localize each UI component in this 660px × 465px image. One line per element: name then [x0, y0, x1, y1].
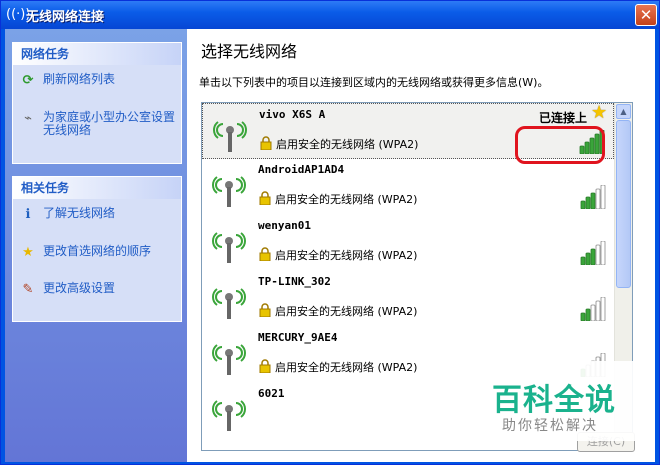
network-item-wenyan[interactable]: wenyan01 启用安全的无线网络 (WPA2)	[202, 215, 614, 271]
lock-icon	[259, 191, 271, 205]
task-label: 更改高级设置	[43, 281, 116, 295]
task-refresh-list[interactable]: ⟳ 刷新网络列表	[19, 73, 175, 89]
network-security: 启用安全的无线网络 (WPA2)	[275, 193, 418, 206]
task-setup-network[interactable]: ⌁ 为家庭或小型办公室设置无线网络	[19, 111, 175, 137]
highlight-annotation	[515, 126, 605, 164]
signal-bar	[600, 297, 606, 321]
window-title: 无线网络连接	[26, 10, 105, 25]
signal-bar	[585, 196, 591, 209]
tools-icon: ✎	[22, 282, 34, 297]
star-icon: ★	[22, 245, 34, 260]
antenna-icon	[212, 232, 246, 263]
watermark: 百科全说 助你轻松解决	[472, 361, 638, 441]
antenna-icon	[212, 400, 246, 431]
antenna-icon	[213, 121, 247, 152]
network-tasks-header: 网络任务	[13, 43, 181, 65]
refresh-icon: ⟳	[22, 73, 34, 88]
task-advanced-settings[interactable]: ✎ 更改高级设置	[19, 282, 175, 298]
task-label: 刷新网络列表	[43, 72, 116, 86]
network-ssid: MERCURY_9AE4	[258, 331, 338, 344]
network-ssid: 6021	[258, 387, 285, 400]
page-title: 选择无线网络	[201, 42, 298, 61]
signal-bar	[595, 244, 601, 265]
lock-icon	[259, 359, 271, 373]
network-tasks-panel: 网络任务 ⟳ 刷新网络列表 ⌁ 为家庭或小型办公室设置无线网络	[12, 42, 182, 164]
network-security: 启用安全的无线网络 (WPA2)	[276, 138, 419, 151]
watermark-title: 百科全说	[492, 383, 616, 418]
scroll-thumb[interactable]	[616, 120, 631, 288]
lock-icon	[259, 303, 271, 317]
connection-status: 已连接上	[538, 111, 587, 125]
network-ssid: AndroidAP1AD4	[258, 163, 345, 176]
watermark-subtitle: 助你轻松解决	[502, 418, 598, 434]
task-learn-wireless[interactable]: ℹ 了解无线网络	[19, 207, 175, 223]
signal-bar	[595, 300, 601, 321]
task-label: 了解无线网络	[43, 206, 116, 220]
instruction-text: 单击以下列表中的项目以连接到区域内的无线网络或获得更多信息(W)。	[199, 76, 549, 89]
task-label: 更改首选网络的顺序	[43, 244, 152, 258]
signal-strength-icon	[580, 241, 606, 265]
task-change-order[interactable]: ★ 更改首选网络的顺序	[19, 245, 175, 261]
antenna-icon	[212, 176, 246, 207]
lock-icon	[259, 247, 271, 261]
signal-bar	[600, 185, 606, 209]
antenna-icon	[212, 288, 246, 319]
scroll-up-button[interactable]: ▲	[616, 104, 631, 119]
signal-bar	[580, 256, 586, 265]
close-button[interactable]: ✕	[635, 4, 657, 26]
setup-network-icon: ⌁	[24, 111, 32, 126]
antenna-icon	[212, 344, 246, 375]
signal-bar	[590, 192, 596, 209]
signal-bar	[600, 241, 606, 265]
signal-strength-icon	[580, 185, 606, 209]
network-item-androidap[interactable]: AndroidAP1AD4 启用安全的无线网络 (WPA2)	[202, 159, 614, 215]
signal-bar	[580, 312, 586, 321]
task-label: 为家庭或小型办公室设置无线网络	[43, 110, 176, 137]
network-security: 启用安全的无线网络 (WPA2)	[275, 249, 418, 262]
wireless-connection-window: ((·)) 无线网络连接 ✕ 网络任务 ⟳ 刷新网络列表 ⌁ 为家庭或小型办公室…	[0, 0, 660, 465]
signal-strength-icon	[580, 297, 606, 321]
signal-bar	[595, 188, 601, 209]
info-icon: ℹ	[25, 207, 31, 222]
related-tasks-panel: 相关任务 ℹ 了解无线网络 ★ 更改首选网络的顺序 ✎ 更改高级设置	[12, 176, 182, 322]
signal-bar	[585, 252, 591, 265]
related-tasks-header: 相关任务	[13, 177, 181, 199]
signal-bar	[585, 308, 591, 321]
network-item-tplink[interactable]: TP-LINK_302 启用安全的无线网络 (WPA2)	[202, 271, 614, 327]
wireless-icon: ((·))	[6, 7, 31, 22]
network-ssid: TP-LINK_302	[258, 275, 331, 288]
task-pane: 网络任务 ⟳ 刷新网络列表 ⌁ 为家庭或小型办公室设置无线网络 相关任务 ℹ 了…	[5, 29, 187, 462]
preferred-star-icon: ★	[591, 102, 608, 123]
signal-bar	[590, 248, 596, 265]
network-ssid: vivo X6S A	[259, 108, 326, 121]
lock-icon	[260, 136, 272, 150]
network-ssid: wenyan01	[258, 219, 311, 232]
title-bar[interactable]: ((·)) 无线网络连接 ✕	[1, 1, 659, 29]
network-security: 启用安全的无线网络 (WPA2)	[275, 305, 418, 318]
network-security: 启用安全的无线网络 (WPA2)	[275, 361, 418, 374]
signal-bar	[580, 200, 586, 209]
signal-bar	[590, 304, 596, 321]
